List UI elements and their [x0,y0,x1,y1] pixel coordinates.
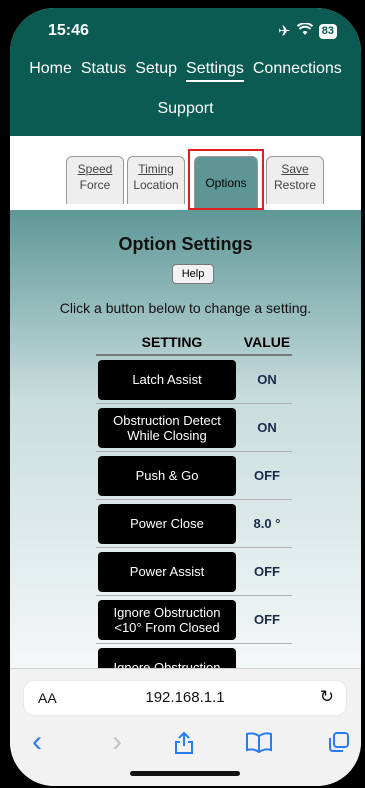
power-close-value: 8.0 ° [253,516,281,531]
nav-setup[interactable]: Setup [135,60,177,82]
airplane-icon: ✈ [278,23,291,40]
back-icon[interactable]: ‹ [32,725,42,759]
forward-icon[interactable]: › [112,725,122,759]
ignore-obstruction-closed-button[interactable]: Ignore Obstruction <10° From Closed [98,599,236,640]
home-indicator [130,771,240,776]
options-panel: Option Settings Help Click a button belo… [10,210,361,676]
nav-status[interactable]: Status [81,60,126,82]
header-value: VALUE [243,334,291,350]
nav-support[interactable]: Support [157,100,213,118]
share-icon[interactable] [174,731,194,761]
push-and-go-button[interactable]: Push & Go [98,455,236,496]
power-close-button[interactable]: Power Close [98,503,236,544]
power-assist-value: OFF [254,564,280,579]
table-row: Ignore Obstruction <10° From Closed OFF [96,596,292,644]
bookmarks-icon[interactable] [246,731,272,759]
tabs-icon[interactable] [328,731,350,759]
tab-options-highlight [188,149,264,210]
reload-icon[interactable]: ↻ [320,687,334,707]
power-assist-button[interactable]: Power Assist [98,551,236,592]
table-row: Push & Go OFF [96,452,292,500]
tab-speed-force-line2: Force [79,178,111,192]
table-header: SETTING VALUE [96,330,292,356]
tab-speed-force-line1: Speed [77,162,113,176]
address-bar[interactable]: AA 192.168.1.1 ↻ [24,681,346,715]
nav-settings[interactable]: Settings [186,60,244,82]
browser-toolbar: ‹ › [10,725,361,765]
tab-speed-force[interactable]: Speed Force [66,156,124,204]
settings-table: SETTING VALUE Latch Assist ON Obstructio… [96,330,292,676]
tab-timing-location-line2: Location [133,178,179,192]
url-text: 192.168.1.1 [145,689,225,706]
status-time: 15:46 [48,22,89,39]
table-row: Power Close 8.0 ° [96,500,292,548]
tab-save-restore[interactable]: Save Restore [266,156,324,204]
obstruction-detect-value: ON [257,420,277,435]
nav-connections[interactable]: Connections [253,60,342,82]
help-button[interactable]: Help [172,264,214,284]
tab-save-restore-line1: Save [281,162,309,176]
push-and-go-value: OFF [254,468,280,483]
battery-icon: 83 [318,23,337,39]
status-icons: ✈ 83 [278,21,337,40]
panel-intro: Click a button below to change a setting… [59,300,312,316]
table-row: Latch Assist ON [96,356,292,404]
latch-assist-button[interactable]: Latch Assist [98,359,236,400]
header: 15:46 ✈ 83 Home Status Setup Settings Co… [10,8,361,136]
browser-chrome: AA 192.168.1.1 ↻ ‹ › [10,668,361,786]
table-row: Obstruction Detect While Closing ON [96,404,292,452]
latch-assist-value: ON [257,372,277,387]
settings-tabs: Speed Force Timing Location Options Save… [10,136,361,210]
tab-timing-location-line1: Timing [138,162,174,176]
page-title: Option Settings [118,234,253,254]
tab-save-restore-line2: Restore [273,178,317,192]
header-setting: SETTING [141,334,203,350]
wifi-icon [296,21,313,40]
nav-row-2: Support [10,100,361,118]
nav-row-1: Home Status Setup Settings Connections [10,60,361,82]
ignore-obstruction-closed-value: OFF [254,612,280,627]
table-row: Power Assist OFF [96,548,292,596]
nav-home[interactable]: Home [29,60,72,82]
obstruction-detect-button[interactable]: Obstruction Detect While Closing [98,407,236,448]
tab-timing-location[interactable]: Timing Location [127,156,185,204]
phone-screen: 15:46 ✈ 83 Home Status Setup Settings Co… [10,8,361,786]
main-nav: Home Status Setup Settings Connections S… [10,60,361,118]
page-content: Speed Force Timing Location Options Save… [10,136,361,676]
